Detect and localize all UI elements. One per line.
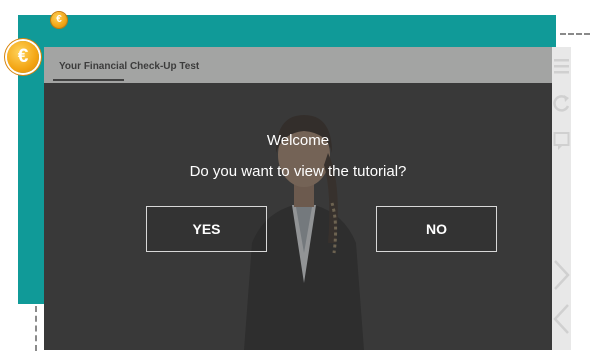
dashed-guide-vertical — [35, 306, 37, 351]
coin-icon-large[interactable]: € — [7, 41, 39, 73]
dashed-guide-horizontal — [560, 33, 590, 35]
menu-icon[interactable] — [553, 55, 570, 77]
no-button[interactable]: NO — [376, 206, 497, 252]
dialog-heading: Welcome — [266, 132, 330, 149]
app-window: Your Financial Check-Up Test Welcome Do … — [44, 47, 571, 350]
yes-button[interactable]: YES — [146, 206, 267, 252]
next-icon[interactable] — [553, 257, 570, 293]
prev-icon[interactable] — [553, 301, 570, 337]
chat-icon[interactable] — [553, 129, 570, 153]
coin-icon-small: € — [51, 12, 67, 28]
refresh-icon[interactable] — [553, 91, 570, 115]
modal-overlay — [44, 47, 552, 350]
right-toolbar — [552, 47, 571, 350]
dialog-question: Do you want to view the tutorial? — [189, 163, 407, 180]
